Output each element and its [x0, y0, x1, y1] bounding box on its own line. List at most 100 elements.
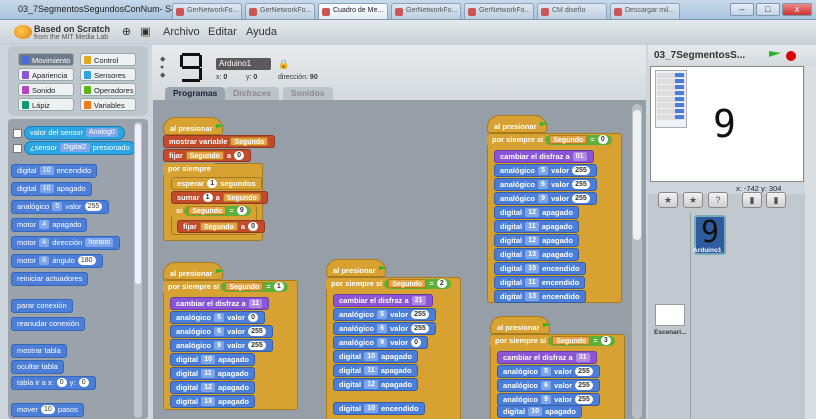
category-control[interactable]: Control: [80, 53, 136, 66]
change-variable-block[interactable]: sumar 1 a Segundo: [171, 191, 268, 204]
sensor-pressed-block[interactable]: ¿sensor Digital2 presionado: [24, 141, 136, 155]
switch-costume-block[interactable]: cambiar el disfraz a 31: [497, 351, 597, 364]
digital-block[interactable]: digital 10 apagado: [333, 350, 418, 363]
browser-tab[interactable]: GerNetworkFo...: [172, 3, 242, 19]
analog-block[interactable]: analógico 5 valor 255: [497, 365, 600, 378]
watch-checkbox[interactable]: [13, 144, 22, 153]
motor-direction-block[interactable]: motor 4 dirección horario: [11, 236, 121, 250]
browser-tab[interactable]: GerNetworkFo...: [391, 3, 461, 19]
analog-block[interactable]: analógico 5 valor 255: [11, 200, 110, 214]
forever-if-header: por siempre si Segundo = 3: [490, 335, 620, 348]
tab-programas[interactable]: Programas: [165, 87, 226, 100]
table-goto-block[interactable]: tabla ir a x: 0 y: 0: [11, 376, 96, 390]
motor-angle-block[interactable]: motor 8 ángulo 180: [11, 254, 103, 268]
right-scrollbar[interactable]: [805, 66, 816, 419]
analog-block[interactable]: analógico 9 valor 0: [333, 336, 429, 349]
stage-tile[interactable]: [655, 304, 685, 326]
move-steps-block[interactable]: mover 10 pasos: [11, 403, 84, 417]
analog-block[interactable]: analógico 6 valor 255: [497, 379, 600, 392]
digital-block[interactable]: digital 10 apagado: [170, 353, 255, 366]
digital-block[interactable]: digital 12 apagado: [494, 234, 579, 247]
digital-block[interactable]: digital 13 apagado: [494, 248, 579, 261]
digital-off-block[interactable]: digital 10 apagado: [11, 182, 92, 196]
digital-block[interactable]: digital 13 encendido: [494, 290, 586, 303]
watch-checkbox[interactable]: [13, 129, 22, 138]
board-icon[interactable]: ▮: [742, 192, 762, 208]
menu-archivo[interactable]: Archivo: [163, 26, 200, 38]
analog-block[interactable]: analógico 6 valor 255: [170, 325, 273, 338]
globe-icon[interactable]: ⊕: [120, 26, 133, 39]
digital-block[interactable]: digital 10 apagado: [497, 405, 582, 418]
sprite-direction-arrows[interactable]: ◆ ● ◆: [160, 56, 165, 80]
category-lapiz[interactable]: Lápiz: [18, 98, 74, 111]
browser-tab[interactable]: GerNetworkFo...: [464, 3, 534, 19]
paint-sprite-icon[interactable]: ★: [658, 192, 678, 208]
minimize-button[interactable]: –: [730, 3, 754, 16]
analog-block[interactable]: analógico 6 valor 255: [333, 322, 436, 335]
digital-block[interactable]: digital 12 apagado: [494, 206, 579, 219]
category-sensores[interactable]: Sensores: [80, 68, 136, 81]
browser-tab[interactable]: CM diseño: [537, 3, 607, 19]
hide-table-block[interactable]: ocultar tabla: [11, 360, 64, 374]
category-sonido[interactable]: Sonido: [18, 83, 74, 96]
board-icon-2[interactable]: ▮: [766, 192, 786, 208]
maximize-button[interactable]: □: [756, 3, 780, 16]
stop-connection-block[interactable]: parar conexión: [11, 299, 73, 313]
resume-connection-block[interactable]: reanudar conexión: [11, 317, 86, 331]
digital-block[interactable]: digital 11 encendido: [494, 276, 586, 289]
scripts-area[interactable]: al presionar mostrar variable Segundo fi…: [153, 100, 646, 419]
digital-on-block[interactable]: digital 10 encendido: [11, 164, 98, 178]
lock-icon[interactable]: 🔒: [278, 59, 289, 70]
close-button[interactable]: x: [782, 3, 812, 16]
digital-block[interactable]: digital 11 apagado: [333, 364, 418, 377]
when-flag-hat[interactable]: al presionar: [326, 259, 388, 277]
browser-tab[interactable]: Descargar mil...: [610, 3, 680, 19]
switch-costume-block[interactable]: cambiar el disfraz a 01: [494, 150, 594, 163]
analog-block[interactable]: analógico 9 valor 255: [494, 192, 597, 205]
scripts-scrollbar[interactable]: [632, 104, 642, 419]
wait-block[interactable]: esperar 1 segundos: [171, 177, 262, 190]
category-variables[interactable]: Variables: [80, 98, 136, 111]
digital-block[interactable]: digital 12 apagado: [170, 381, 255, 394]
forever-label: por siempre: [163, 163, 216, 176]
when-flag-hat[interactable]: al presionar: [163, 262, 225, 280]
analog-block[interactable]: analógico 5 valor 255: [494, 164, 597, 177]
save-icon[interactable]: ▣: [139, 26, 152, 39]
analog-block[interactable]: analógico 9 valor 255: [170, 339, 273, 352]
switch-costume-block[interactable]: cambiar el disfraz a 11: [170, 297, 270, 310]
show-variable-block[interactable]: mostrar variable Segundo: [163, 135, 276, 148]
tab-disfraces[interactable]: Disfraces: [225, 87, 280, 100]
switch-costume-block[interactable]: cambiar el disfraz a 21: [333, 294, 433, 307]
browser-tab[interactable]: Cuadro de Me...: [318, 3, 388, 19]
digital-block[interactable]: digital 11 apagado: [170, 367, 255, 380]
reset-actuators-block[interactable]: reiniciar actuadores: [11, 272, 89, 286]
set-variable-block[interactable]: fijar Segundo a 0: [177, 220, 266, 233]
digital-block[interactable]: digital 13 apagado: [170, 395, 255, 408]
tab-sonidos[interactable]: Sonidos: [283, 87, 333, 100]
sensor-value-block[interactable]: valor del sensor Analog0: [24, 126, 125, 140]
digital-block[interactable]: digital 10 encendido: [333, 402, 425, 415]
show-table-block[interactable]: mostrar tabla: [11, 344, 67, 358]
menu-editar[interactable]: Editar: [208, 26, 237, 38]
random-sprite-icon[interactable]: ?: [708, 192, 728, 208]
set-variable-block[interactable]: fijar Segundo a 0: [163, 149, 252, 162]
digital-block[interactable]: digital 10 encendido: [494, 262, 586, 275]
analog-block[interactable]: analógico 6 valor 255: [494, 178, 597, 191]
category-operadores[interactable]: Operadores: [80, 83, 136, 96]
palette-scrollbar[interactable]: [134, 122, 142, 418]
when-flag-hat[interactable]: al presionar: [487, 115, 549, 133]
browser-tab[interactable]: GerNetworkFo...: [245, 3, 315, 19]
sprite-name-field[interactable]: Arduino1: [216, 58, 271, 70]
analog-block[interactable]: analógico 5 valor 255: [333, 308, 436, 321]
stop-icon[interactable]: [786, 51, 796, 61]
motor-off-block[interactable]: motor 4 apagado: [11, 218, 88, 232]
category-movimiento[interactable]: Movimiento: [18, 53, 74, 66]
menu-ayuda[interactable]: Ayuda: [246, 26, 277, 38]
digital-block[interactable]: digital 11 apagado: [494, 220, 579, 233]
category-apariencia[interactable]: Apariencia: [18, 68, 74, 81]
when-flag-hat[interactable]: al presionar: [163, 117, 225, 135]
analog-block[interactable]: analógico 5 valor 0: [170, 311, 266, 324]
digital-block[interactable]: digital 12 apagado: [333, 378, 418, 391]
when-flag-hat[interactable]: al presionar: [490, 316, 552, 334]
choose-sprite-icon[interactable]: ★: [683, 192, 703, 208]
